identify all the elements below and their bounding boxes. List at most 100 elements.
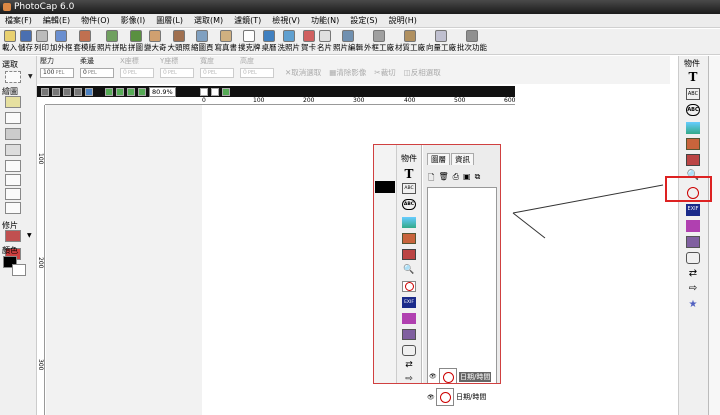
eye-icon[interactable]: 👁: [427, 394, 436, 401]
background-color-swatch[interactable]: [12, 264, 26, 276]
menu-file[interactable]: 檔案(F): [0, 14, 38, 27]
id-photo-button[interactable]: 大頭照: [168, 29, 190, 54]
deselect-button[interactable]: ✕取消選取: [285, 67, 321, 84]
stamp-tool-icon[interactable]: [5, 144, 21, 156]
red-eye-tool-icon[interactable]: [5, 230, 21, 242]
text-abc-bold-icon[interactable]: ABC: [402, 199, 416, 210]
menu-image[interactable]: 影像(I): [116, 14, 152, 27]
thumbnail-page-button[interactable]: 縮圖頁: [191, 29, 214, 54]
menu-select[interactable]: 選取(M): [189, 14, 229, 27]
brush-tool-icon[interactable]: [5, 96, 21, 108]
print-button[interactable]: 列印: [34, 29, 49, 54]
tab-info[interactable]: 資訊: [451, 153, 474, 165]
right-scroll-strip[interactable]: [708, 56, 720, 415]
text-t-icon[interactable]: T: [402, 167, 416, 181]
text-t-icon[interactable]: T: [686, 70, 700, 84]
cake-icon[interactable]: [402, 313, 416, 324]
eraser-tool-icon[interactable]: [5, 112, 21, 124]
redo-icon[interactable]: [52, 87, 60, 96]
menu-layer[interactable]: 圖層(L): [151, 14, 189, 27]
image-icon[interactable]: [402, 217, 416, 228]
actual-size-icon[interactable]: [138, 87, 146, 96]
gradient-tool-icon[interactable]: [5, 174, 21, 186]
menu-filter[interactable]: 濾鏡(T): [229, 14, 267, 27]
new-layer-icon[interactable]: 🗋: [428, 172, 434, 186]
text-abc-icon[interactable]: ABC: [686, 88, 700, 100]
pointer-icon[interactable]: [199, 87, 208, 96]
arrow-right-icon[interactable]: ⇨: [402, 374, 416, 383]
print-layer-icon[interactable]: ⎙: [453, 172, 459, 186]
eye-icon[interactable]: 👁: [429, 373, 437, 381]
zoom-level[interactable]: 80.9%: [149, 86, 176, 97]
vector-factory-button[interactable]: 向量工廠: [426, 29, 456, 54]
load-button[interactable]: 載入: [2, 29, 17, 54]
poker-card-button[interactable]: 撲克牌: [238, 29, 261, 54]
merge-layer-icon[interactable]: ⧉: [475, 172, 481, 186]
frame-factory-button[interactable]: 外框工廠: [364, 29, 394, 54]
width-field[interactable]: 0 PEL: [200, 68, 234, 78]
frame-icon[interactable]: [686, 138, 700, 150]
frame-icon[interactable]: [402, 233, 416, 244]
feather-field[interactable]: 0 PEL: [80, 68, 114, 78]
desk-calendar-button[interactable]: 桌曆: [262, 29, 277, 54]
arrow-right-icon[interactable]: ⇨: [686, 283, 700, 295]
clear-image-button[interactable]: ▦清除影像: [329, 67, 366, 84]
exif-icon[interactable]: EXIF: [686, 204, 700, 216]
greeting-card-button[interactable]: 賀卡: [301, 29, 316, 54]
menu-object[interactable]: 物件(O): [76, 14, 116, 27]
funny-face-button[interactable]: 變大奇: [144, 29, 167, 54]
clock-icon[interactable]: [402, 281, 416, 292]
layer-row[interactable]: 👁 日期/時間: [427, 386, 507, 408]
save-button[interactable]: 儲存: [18, 29, 33, 54]
paste-icon[interactable]: [74, 87, 82, 96]
invert-selection-button[interactable]: ◫反相選取: [404, 67, 441, 84]
menu-settings[interactable]: 設定(S): [345, 14, 383, 27]
collage-button[interactable]: 照片拼貼: [97, 29, 127, 54]
x-coordinate-field[interactable]: 0 PEL: [120, 68, 154, 78]
text-abc-bold-icon[interactable]: ABC: [686, 104, 700, 116]
magnifier-icon[interactable]: 🔍: [402, 265, 416, 276]
hand-icon[interactable]: [210, 87, 219, 96]
calendar-icon[interactable]: [686, 236, 700, 248]
undo-icon[interactable]: [41, 87, 49, 96]
zoom-in-icon[interactable]: [105, 87, 113, 96]
y-coordinate-field[interactable]: 0 PEL: [160, 68, 194, 78]
template-button[interactable]: 套模版: [74, 29, 96, 54]
add-frame-button[interactable]: 加外框: [50, 29, 73, 54]
print-photos-button[interactable]: 洗照片: [278, 29, 300, 54]
menu-help[interactable]: 說明(H): [384, 14, 423, 27]
exif-icon[interactable]: EXIF: [402, 297, 416, 308]
crop-button[interactable]: ✂裁切: [374, 67, 395, 84]
fill-tool-icon[interactable]: [5, 160, 21, 172]
pencil-tool-icon[interactable]: [5, 128, 21, 140]
view-icon[interactable]: [85, 87, 93, 96]
cake-icon[interactable]: [686, 220, 700, 232]
zoom-out-icon[interactable]: [116, 87, 124, 96]
fit-icon[interactable]: [127, 87, 135, 96]
delete-layer-icon[interactable]: 🗑: [438, 172, 448, 186]
text-abc-icon[interactable]: ABC: [402, 183, 416, 194]
texture-factory-button[interactable]: 材質工廠: [395, 29, 425, 54]
photo-edit-button[interactable]: 照片編輯: [333, 29, 363, 54]
eyedropper-tool-icon[interactable]: [5, 188, 21, 200]
batch-button[interactable]: 批次功能: [457, 29, 487, 54]
star-icon[interactable]: ★: [686, 299, 700, 311]
image-icon[interactable]: [686, 122, 700, 134]
marquee-tool-icon[interactable]: [5, 71, 21, 83]
chevron-down-icon[interactable]: ▼: [28, 73, 33, 80]
copy-icon[interactable]: [63, 87, 71, 96]
menu-view[interactable]: 檢視(V): [267, 14, 306, 27]
puzzle-button[interactable]: 拼圖: [128, 29, 143, 54]
chevron-down-icon[interactable]: ▼: [27, 232, 34, 239]
photo-book-button[interactable]: 寫真書: [215, 29, 237, 54]
layer-row[interactable]: 👁 日期/時間: [429, 367, 499, 383]
speech-bubble-icon[interactable]: [686, 252, 700, 264]
calendar-icon[interactable]: [402, 329, 416, 340]
menu-function[interactable]: 功能(N): [306, 14, 345, 27]
photo-stack-icon[interactable]: [402, 249, 416, 260]
photo-stack-icon[interactable]: [686, 154, 700, 166]
speech-bubble-icon[interactable]: [402, 345, 416, 356]
business-card-button[interactable]: 名片: [317, 29, 332, 54]
shape-tool-icon[interactable]: [5, 202, 21, 214]
menu-edit[interactable]: 編輯(E): [38, 14, 76, 27]
